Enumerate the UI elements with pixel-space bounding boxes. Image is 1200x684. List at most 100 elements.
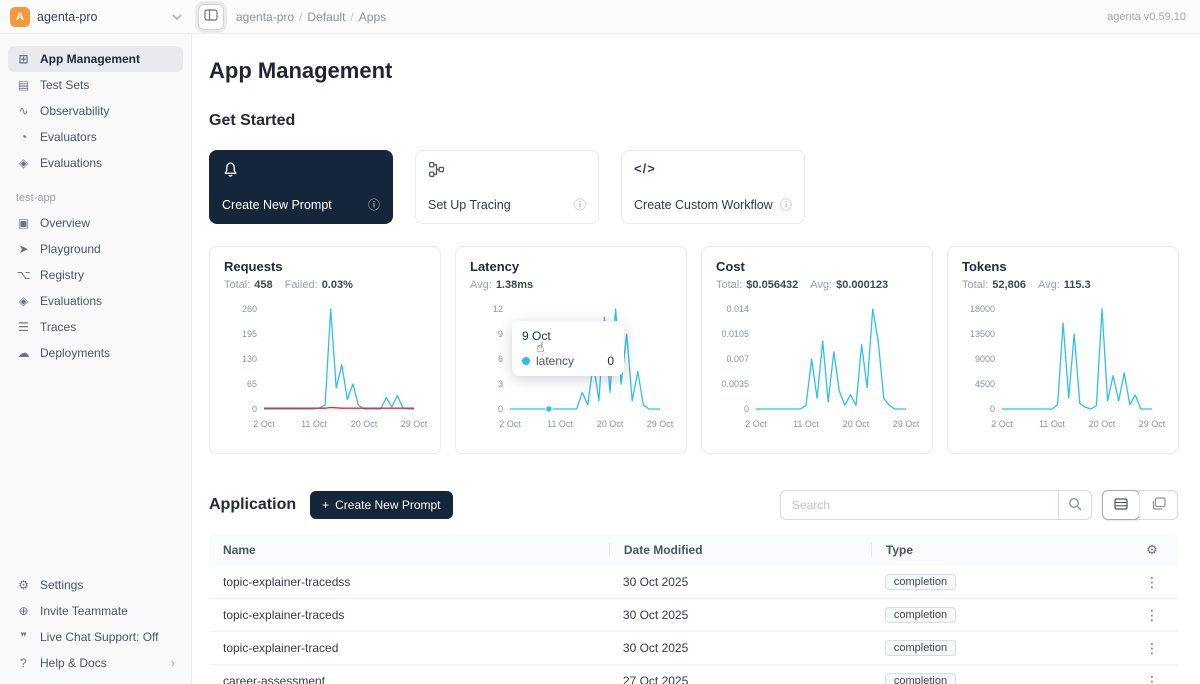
stat-value: $0.000123 (836, 279, 888, 291)
view-toggle (1102, 490, 1178, 520)
sidebar-item-deployments[interactable]: ☁ Deployments (8, 340, 183, 366)
user-plus-icon: ⊕ (16, 605, 31, 617)
requests-chart: 0651301952602 Oct11 Oct20 Oct29 Oct (224, 301, 428, 433)
plus-icon: + (322, 498, 329, 512)
panel-left-icon (204, 9, 218, 24)
sidebar-item-label: Deployments (40, 346, 110, 360)
svg-text:11 Oct: 11 Oct (301, 419, 327, 429)
sidebar-item-label: Live Chat Support: Off (40, 630, 159, 644)
row-menu-icon[interactable]: ⋮ (1126, 607, 1178, 624)
app-name[interactable]: topic-explainer-tracedss (209, 575, 609, 589)
sidebar: ⊞ App Management ▤ Test Sets ∿ Observabi… (0, 34, 192, 684)
svg-text:65: 65 (247, 379, 257, 389)
workspace-avatar: A (10, 7, 30, 27)
svg-text:29 Oct: 29 Oct (401, 419, 428, 429)
table-icon: ▤ (16, 79, 31, 91)
svg-text:9000: 9000 (975, 354, 995, 364)
application-header: Application + Create New Prompt (209, 490, 1178, 520)
sidebar-toggle-button[interactable] (198, 4, 224, 30)
stats-row: Requests Total: 458 Failed: 0.03% 065130… (209, 246, 1178, 454)
sidebar-item-live-chat-support[interactable]: ❞ Live Chat Support: Off (8, 624, 183, 650)
stat-label: Failed: (285, 279, 318, 291)
stat-label: Avg: (1038, 279, 1060, 291)
branch-icon: ⌥ (16, 269, 31, 281)
chevron-right-icon: › (171, 656, 175, 670)
sidebar-item-invite-teammate[interactable]: ⊕ Invite Teammate (8, 598, 183, 624)
svg-text:20 Oct: 20 Oct (351, 419, 378, 429)
sidebar-item-label: Test Sets (40, 78, 89, 92)
svg-text:130: 130 (242, 354, 257, 364)
apps-table: Name Date Modified Type ⚙ topic-explaine… (209, 534, 1178, 684)
sidebar-item-overview[interactable]: ▣ Overview (8, 210, 183, 236)
search-icon (1068, 497, 1082, 514)
sidebar-item-registry[interactable]: ⌥ Registry (8, 262, 183, 288)
table-row[interactable]: topic-explainer-traced 30 Oct 2025 compl… (209, 632, 1178, 665)
sidebar-item-observability[interactable]: ∿ Observability (8, 98, 183, 124)
sidebar-item-app-management[interactable]: ⊞ App Management (8, 46, 183, 72)
sidebar-item-help-docs[interactable]: ? Help & Docs › (8, 650, 183, 676)
grid-icon: ⊞ (16, 53, 31, 65)
svg-text:2 Oct: 2 Oct (745, 419, 767, 429)
column-header-name[interactable]: Name (209, 543, 609, 557)
sidebar-item-label: Evaluations (40, 156, 102, 170)
svg-text:2 Oct: 2 Oct (991, 419, 1013, 429)
column-header-type[interactable]: Type (871, 543, 1126, 557)
app-name[interactable]: topic-explainer-traceds (209, 608, 609, 622)
svg-text:13500: 13500 (970, 329, 995, 339)
search-input[interactable] (781, 498, 1058, 512)
stat-value: 1.38ms (496, 279, 533, 291)
sidebar-item-label: Playground (40, 242, 101, 256)
row-menu-icon[interactable]: ⋮ (1126, 640, 1178, 657)
create-new-prompt-card[interactable]: Create New Prompt ⓘ (209, 150, 393, 224)
sidebar-item-app-evaluations[interactable]: ◈ Evaluations (8, 288, 183, 314)
create-custom-workflow-card[interactable]: </> Create Custom Workflow ⓘ (621, 150, 805, 224)
breadcrumb-item-apps[interactable]: Apps (359, 10, 386, 24)
svg-text:2 Oct: 2 Oct (499, 419, 521, 429)
series-dot-icon (522, 357, 530, 365)
set-up-tracing-card[interactable]: Set Up Tracing ⓘ (415, 150, 599, 224)
application-heading: Application (209, 496, 296, 514)
row-menu-icon[interactable]: ⋮ (1126, 673, 1178, 684)
table-row[interactable]: career-assessment 27 Oct 2025 completion… (209, 665, 1178, 684)
svg-text:195: 195 (242, 329, 257, 339)
breadcrumb-item-project[interactable]: Default (307, 10, 345, 24)
table-row[interactable]: topic-explainer-tracedss 30 Oct 2025 com… (209, 566, 1178, 599)
latency-stat-card: Latency Avg: 1.38ms 0369122 Oct11 Oct20 … (455, 246, 687, 454)
sidebar-item-label: Evaluations (40, 294, 102, 308)
create-new-prompt-button[interactable]: + Create New Prompt (310, 491, 452, 519)
breadcrumb-item-workspace[interactable]: agenta-pro (236, 10, 294, 24)
tokens-stat-card: Tokens Total: 52,806 Avg: 115.3 04500900… (947, 246, 1179, 454)
info-icon[interactable]: ⓘ (780, 196, 792, 213)
table-header: Name Date Modified Type ⚙ (209, 534, 1178, 566)
stat-value: $0.056432 (746, 279, 798, 291)
sidebar-item-settings[interactable]: ⚙ Settings (8, 572, 183, 598)
sidebar-item-evaluations[interactable]: ◈ Evaluations (8, 150, 183, 176)
table-row[interactable]: topic-explainer-traceds 30 Oct 2025 comp… (209, 599, 1178, 632)
info-icon[interactable]: ⓘ (368, 196, 380, 213)
wave-chart-icon: ∿ (16, 105, 31, 117)
card-view-button[interactable] (1139, 491, 1177, 519)
sidebar-item-test-sets[interactable]: ▤ Test Sets (8, 72, 183, 98)
column-header-date-modified[interactable]: Date Modified (609, 543, 871, 557)
search-button[interactable] (1058, 490, 1092, 520)
sidebar-item-traces[interactable]: ☰ Traces (8, 314, 183, 340)
sidebar-item-label: Help & Docs (40, 656, 107, 670)
sidebar-item-playground[interactable]: ➤ Playground (8, 236, 183, 262)
svg-text:20 Oct: 20 Oct (843, 419, 870, 429)
sidebar-item-evaluators[interactable]: ◔ Evaluators (8, 124, 183, 150)
stat-title: Tokens (962, 259, 1164, 274)
gauge-icon: ◔ (16, 131, 31, 143)
card-view-icon (1152, 497, 1166, 513)
app-name[interactable]: topic-explainer-traced (209, 641, 609, 655)
tree-icon: ☰ (16, 321, 31, 333)
app-name[interactable]: career-assessment (209, 674, 609, 684)
workspace-selector[interactable]: A agenta-pro (0, 0, 192, 33)
svg-text:9: 9 (498, 329, 503, 339)
stat-value: 458 (254, 279, 272, 291)
row-menu-icon[interactable]: ⋮ (1126, 574, 1178, 591)
chat-icon: ❞ (16, 631, 31, 643)
info-icon[interactable]: ⓘ (574, 196, 586, 213)
table-settings-gear-icon[interactable]: ⚙ (1126, 542, 1178, 558)
stat-label: Total: (224, 279, 250, 291)
table-view-button[interactable] (1102, 490, 1140, 520)
